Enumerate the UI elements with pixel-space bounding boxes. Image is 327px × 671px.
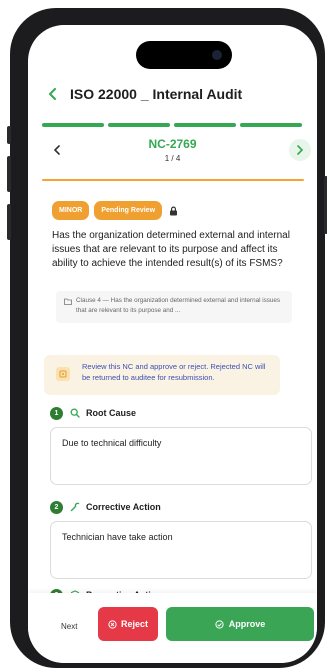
review-info-text: Review this NC and approve or reject. Re… <box>82 362 266 382</box>
check-circle-icon <box>215 619 224 629</box>
progress-segment <box>108 123 170 127</box>
review-info-banner: Review this NC and approve or reject. Re… <box>44 355 280 395</box>
progress-segment <box>174 123 236 127</box>
approve-label: Approve <box>228 619 266 629</box>
severity-badge: MINOR <box>52 201 90 220</box>
nc-id: NC-2769 <box>148 137 197 151</box>
reject-label: Reject <box>120 619 148 629</box>
nc-index: 1 / 4 <box>164 154 181 163</box>
clause-text: Clause 4 — Has the organization determin… <box>76 297 281 314</box>
wrench-icon <box>70 502 80 512</box>
phone-screen: ISO 22000 _ Internal Audit NC-2769 1 / 4… <box>28 25 317 663</box>
corrective-action-field[interactable]: Technician have take action <box>50 521 312 579</box>
corrective-action-label: Corrective Action <box>86 502 161 512</box>
next-nc-button[interactable] <box>289 139 311 161</box>
progress-segment <box>240 123 302 127</box>
clause-reference: Clause 4 — Has the organization determin… <box>56 291 292 323</box>
root-cause-header: 1 Root Cause <box>50 406 136 420</box>
reject-button[interactable]: Reject <box>98 607 158 641</box>
volume-down-button <box>7 204 11 240</box>
nc-navigator: NC-2769 1 / 4 <box>28 131 317 175</box>
page-title: ISO 22000 _ Internal Audit <box>70 86 243 102</box>
status-badge: Pending Review <box>94 201 163 220</box>
phone-frame: ISO 22000 _ Internal Audit NC-2769 1 / 4… <box>7 8 327 668</box>
action-bar: Next Reject Approve <box>28 593 317 663</box>
step-number-badge: 1 <box>50 406 63 420</box>
search-icon <box>70 408 80 418</box>
next-button[interactable]: Next <box>61 622 77 631</box>
chevron-right-icon <box>297 145 304 155</box>
lock-icon <box>170 206 178 215</box>
app-header: ISO 22000 _ Internal Audit <box>28 77 317 111</box>
progress-segment <box>42 123 104 127</box>
root-cause-field[interactable]: Due to technical difficulty <box>50 427 312 485</box>
close-circle-icon <box>108 619 117 629</box>
step-number-badge: 2 <box>50 500 63 514</box>
question-card: MINOR Pending Review Has the organizatio… <box>42 181 304 335</box>
camera-icon <box>212 50 222 60</box>
dynamic-island <box>136 41 232 69</box>
folder-icon <box>64 298 72 305</box>
info-icon <box>56 367 70 381</box>
back-arrow-icon[interactable] <box>46 87 60 101</box>
silent-switch <box>7 126 11 144</box>
approve-button[interactable]: Approve <box>166 607 314 641</box>
volume-up-button <box>7 156 11 192</box>
corrective-action-header: 2 Corrective Action <box>50 500 161 514</box>
root-cause-label: Root Cause <box>86 408 137 418</box>
question-text: Has the organization determined external… <box>52 230 290 269</box>
badge-row: MINOR Pending Review <box>52 201 178 220</box>
progress-bar <box>42 123 302 127</box>
